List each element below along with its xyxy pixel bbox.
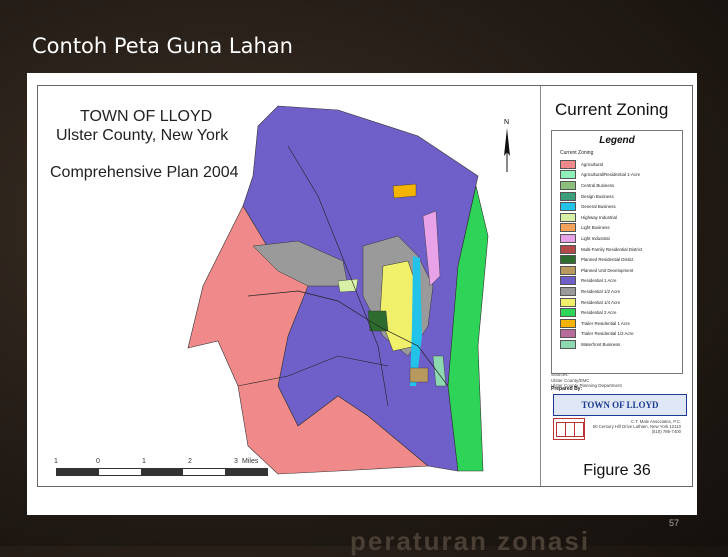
legend-item: Multi-Family Residential District [560,244,642,255]
legend-swatch [560,286,576,296]
watermark-text: peraturan zonasi [350,526,591,556]
map-title: TOWN OF LLOYD [80,108,213,125]
legend-item: Residential 1/2 Acre [560,286,642,297]
legend-swatch [560,191,576,201]
legend-label: Agricultural/Residential 1-Acre [581,172,641,178]
legend-swatch [560,223,576,233]
zoning-map [187,105,489,475]
legend-item: Light Business [560,223,642,234]
legend-item: Light Industrial [560,233,642,244]
legend-swatch [560,233,576,243]
legend-swatch [560,170,576,180]
legend-label: Light Industrial [581,235,610,241]
legend-item: Planned Unit Development [560,265,642,276]
scale-bar [56,468,268,476]
prepared-by-label: Prepared By: [551,386,583,392]
scale-tick: 2 [188,458,192,465]
plan-label: Comprehensive Plan 2004 [50,164,239,181]
legend-label: Trailer Residential 1 Acre [581,320,630,326]
legend-item: Agricultural/Residential 1-Acre [560,170,642,181]
legend-swatch [560,212,576,222]
legend-title: Legend [599,135,635,146]
legend-label: Agricultural [581,161,603,167]
legend-item: Design Business [560,191,642,202]
legend-label: Planned Residential Distict [581,257,634,263]
legend-swatch [560,180,576,190]
legend-label: Trailer Residential 1/2 Acre [581,331,634,337]
legend-label: Residential 1 Acre [581,278,617,284]
scale-tick: 1 [54,458,58,465]
legend-item: Planned Residential Distict [560,254,642,265]
zoning-map-frame: TOWN OF LLOYD Ulster County, New York Co… [37,85,693,487]
scale-tick: 0 [96,458,100,465]
slide-title: Contoh Peta Guna Lahan [32,34,293,58]
legend-swatch [560,265,576,275]
legend-item: Residential 1 Acre [560,276,642,287]
town-of-lloyd-logo: TOWN OF LLOYD [553,394,687,416]
legend-swatch [560,202,576,212]
legend-item: Trailer Residential 1/2 Acre [560,329,642,340]
legend-label: Multi-Family Residential District [581,246,643,252]
legend-swatch [560,255,576,265]
legend-label: Highway Industrial [581,214,617,220]
svg-text:N: N [504,119,509,126]
legend-label: Light Business [581,225,610,231]
figure-label: Figure 36 [583,462,651,479]
scale-unit: Miles [242,458,259,465]
legend-swatch [560,244,576,254]
legend-label: Residential 1/4 Acre [581,299,621,305]
legend-swatch [560,276,576,286]
legend-item: General Business [560,201,642,212]
legend-item: Agricultural [560,159,642,170]
legend-box: Legend Current Zoning Agricultural Agricu… [551,130,683,374]
legend-swatch [560,329,576,339]
legend-item: Waterfront Business [560,339,642,350]
legend-item: Trailer Residential 1 Acre [560,318,642,329]
legend-item: Residential 2 Acre [560,307,642,318]
legend-swatch [560,297,576,307]
legend-label: Residential 2 Acre [581,310,617,316]
consultant-logo-icon [553,418,585,440]
legend-label: Residential 1/2 Acre [581,288,621,294]
page-number: 57 [669,518,680,528]
legend-label: Design Business [581,193,614,199]
consultant-info: C.T. Male Associates, P.C. 50 Century Hi… [592,419,681,435]
slide-image-panel: TOWN OF LLOYD Ulster County, New York Co… [27,73,697,528]
legend-swatch [560,308,576,318]
legend-item: Highway Industrial [560,212,642,223]
legend-item: Residential 1/4 Acre [560,297,642,308]
current-zoning-heading: Current Zoning [555,100,669,119]
legend-subtitle: Current Zoning [560,150,594,156]
map-subtitle: Ulster County, New York [56,127,229,144]
legend-label: Waterfront Business [581,341,621,347]
legend-swatch [560,318,576,328]
north-arrow-icon: N [504,119,510,172]
legend-label: General Business [581,204,616,210]
legend-label: Planned Unit Development [581,267,634,273]
scale-tick: 3 [234,458,238,465]
logo-text: TOWN OF LLOYD [581,400,659,410]
legend-swatch [560,159,576,169]
legend-list: Agricultural Agricultural/Residential 1-A… [560,159,642,350]
legend-item: Central Business [560,180,642,191]
zoning-sidebar: Current Zoning Legend Current Zoning Agr… [540,86,692,486]
legend-label: Central Business [581,182,615,188]
scale-tick: 1 [142,458,146,465]
legend-swatch [560,339,576,349]
